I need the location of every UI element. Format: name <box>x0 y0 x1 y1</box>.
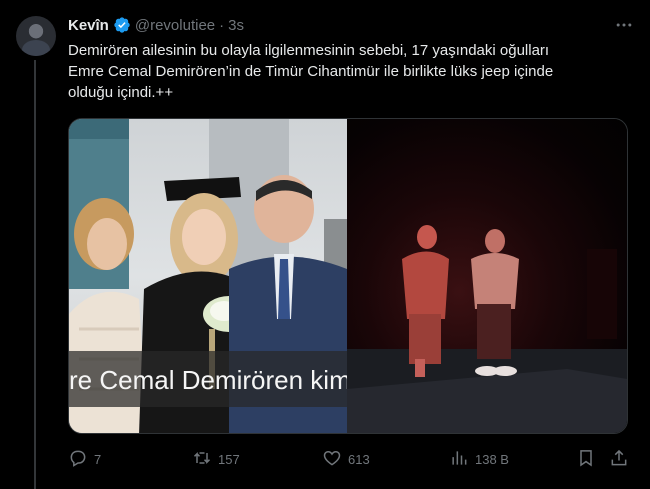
night-video[interactable] <box>347 119 627 433</box>
reply-button[interactable]: 7 <box>68 448 101 471</box>
share-icon <box>609 448 629 471</box>
video-caption: re Cemal Demirören kimc <box>69 365 347 395</box>
retweet-count: 157 <box>218 451 240 467</box>
author-handle[interactable]: @revolutiee <box>135 17 215 34</box>
like-button[interactable]: 613 <box>322 448 370 471</box>
tweet-header: Kevîn @revolutiee · 3s <box>68 15 244 35</box>
tweet-text: Demirören ailesinin bu olayla ilgilenmes… <box>68 40 628 103</box>
views-button[interactable]: 138 B <box>449 448 509 471</box>
thread-line <box>34 60 36 489</box>
separator-dot: · <box>219 16 225 34</box>
reply-icon <box>68 448 88 471</box>
tweet-text-line: olduğu içindi.++ <box>68 84 174 101</box>
verified-badge-icon <box>113 16 131 34</box>
reply-count: 7 <box>94 451 102 467</box>
tweet-text-line: Emre Cemal Demirören’in de Timür Cihanti… <box>68 63 554 80</box>
author-name[interactable]: Kevîn <box>68 17 109 34</box>
retweet-icon <box>192 448 212 471</box>
retweet-button[interactable]: 157 <box>192 448 240 471</box>
avatar[interactable] <box>16 16 56 56</box>
tweet-text-line: Demirören ailesinin bu olayla ilgilenmes… <box>68 42 550 59</box>
tweet-media[interactable]: re Cemal Demirören kimc <box>68 118 628 434</box>
tweet-actions: 7 157 613 138 B <box>68 447 628 471</box>
views-count: 138 B <box>475 451 509 467</box>
video-caption-bar: re Cemal Demirören kimc <box>69 351 347 407</box>
tweet[interactable]: Kevîn @revolutiee · 3s Demirören ailesin… <box>0 0 650 489</box>
like-count: 613 <box>348 451 370 467</box>
bookmark-button[interactable] <box>576 448 596 471</box>
like-icon <box>322 448 342 471</box>
bookmark-icon <box>576 448 596 471</box>
more-icon[interactable] <box>612 13 636 37</box>
share-button[interactable] <box>609 448 629 471</box>
timestamp[interactable]: 3s <box>228 17 244 34</box>
family-photo[interactable]: re Cemal Demirören kimc <box>69 119 347 433</box>
views-icon <box>449 448 469 471</box>
